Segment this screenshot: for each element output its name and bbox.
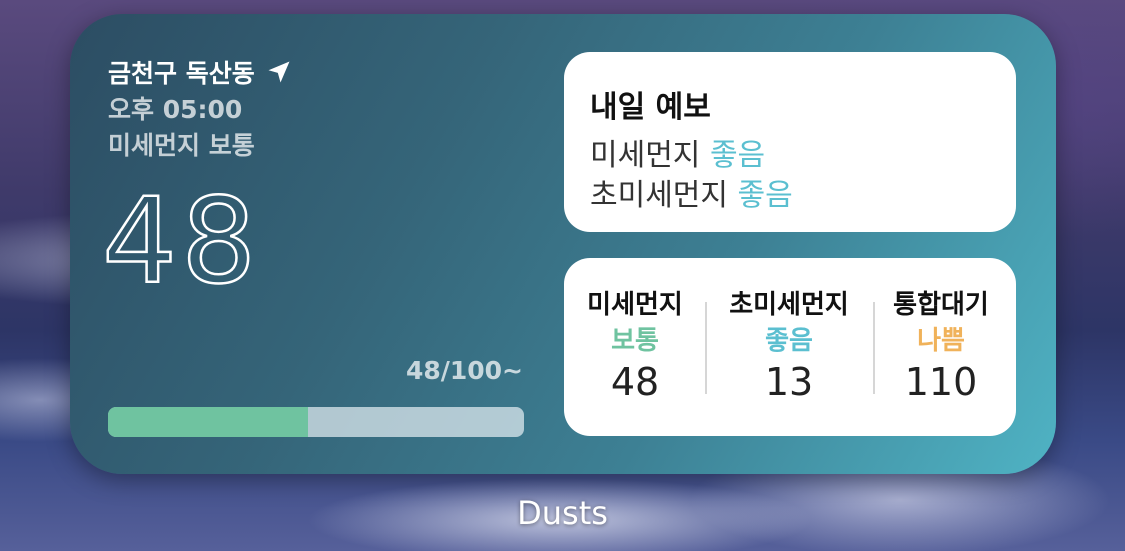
forecast-title: 내일 예보: [590, 90, 711, 125]
detail-grade: 보통: [611, 326, 659, 356]
detail-label: 통합대기: [893, 290, 989, 320]
location-label: 금천구 독산동: [108, 59, 255, 88]
forecast-card: 내일 예보 미세먼지 좋음 초미세먼지 좋음: [564, 52, 1016, 232]
detail-column-pm10: 미세먼지 보통 48: [560, 284, 710, 404]
detail-value: 13: [764, 360, 814, 404]
detail-label: 초미세먼지: [729, 290, 849, 320]
forecast-row: 초미세먼지 좋음: [590, 170, 793, 214]
detail-column-cai: 통합대기 나쁨 110: [866, 284, 1016, 404]
app-label[interactable]: Dusts: [0, 494, 1125, 532]
detail-grade: 좋음: [765, 326, 813, 356]
forecast-row-label: 미세먼지: [590, 138, 701, 173]
progress-bar-fill: [108, 407, 308, 437]
current-value: 48: [101, 171, 261, 312]
detail-card: 미세먼지 보통 48 초미세먼지 좋음 13 통합대기 나쁨 110: [564, 258, 1016, 436]
forecast-row-label: 초미세먼지: [590, 178, 728, 213]
dusts-widget[interactable]: 금천구 독산동 오후 05:00 미세먼지 보통 48 48/100~ 내일 예…: [70, 14, 1056, 474]
progress-bar: [108, 407, 524, 437]
update-time: 오후 05:00: [108, 95, 243, 124]
detail-column-pm25: 초미세먼지 좋음 13: [714, 284, 864, 404]
detail-value: 110: [904, 360, 978, 404]
location-arrow-icon: [268, 61, 290, 83]
forecast-row-grade: 좋음: [737, 178, 793, 213]
range-label: 48/100~: [405, 356, 523, 385]
detail-value: 48: [610, 360, 660, 404]
detail-label: 미세먼지: [587, 290, 683, 320]
forecast-row-grade: 좋음: [709, 138, 766, 173]
detail-grade: 나쁨: [917, 326, 965, 356]
location-row: 금천구 독산동: [108, 54, 293, 90]
current-value-number: 48: [101, 171, 261, 312]
column-divider: [705, 302, 707, 394]
current-status: 미세먼지 보통: [108, 131, 255, 160]
forecast-row: 미세먼지 좋음: [590, 130, 765, 174]
